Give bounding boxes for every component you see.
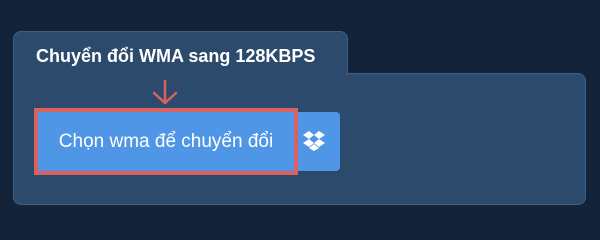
converter-tab[interactable]: Chuyển đổi WMA sang 128KBPS (13, 31, 348, 75)
arrow-down-icon (152, 80, 178, 105)
highlight-box (34, 108, 298, 175)
tab-title: Chuyển đổi WMA sang 128KBPS (36, 46, 316, 66)
dropbox-icon (303, 131, 325, 151)
